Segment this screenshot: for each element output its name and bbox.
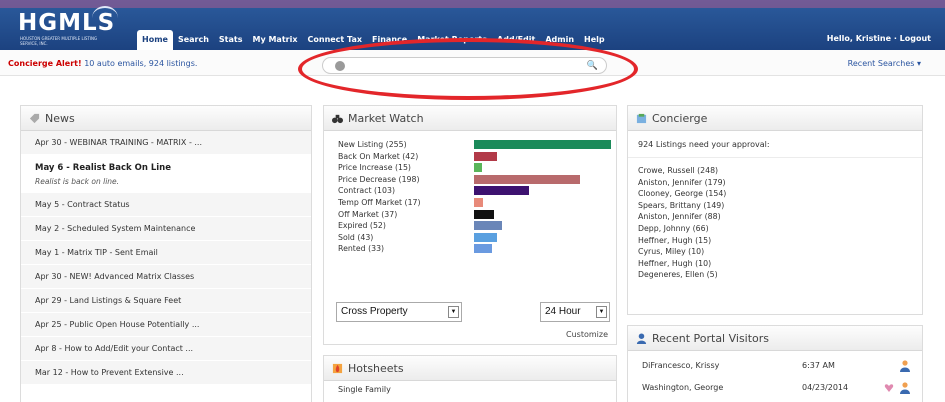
market-watch-panel: Market Watch New Listing (255) Back On Ma… — [323, 105, 617, 345]
market-watch-bar[interactable] — [474, 174, 581, 184]
hotsheets-panel: Hotsheets Single Family — [323, 355, 617, 402]
market-watch-row-label[interactable]: Price Decrease (198) — [338, 174, 421, 186]
concierge-icon — [636, 113, 647, 123]
portal-visitors-header: Recent Portal Visitors — [628, 326, 922, 351]
visitor-row[interactable]: DiFrancesco, Krissy 6:37 AM — [628, 355, 922, 377]
news-item[interactable]: May 2 - Scheduled System Maintenance — [21, 217, 311, 241]
news-header: News — [21, 106, 311, 131]
news-featured-title[interactable]: May 6 - Realist Back On Line — [35, 163, 171, 173]
market-watch-row-label[interactable]: Temp Off Market (17) — [338, 197, 421, 209]
nav-home[interactable]: Home — [137, 30, 173, 50]
concierge-agent-item[interactable]: Aniston, Jennifer (88) — [638, 211, 912, 223]
hotsheets-title: Hotsheets — [348, 361, 404, 375]
news-item[interactable]: Apr 30 - NEW! Advanced Matrix Classes — [21, 265, 311, 289]
header-accent — [0, 0, 945, 8]
news-item-featured[interactable]: May 6 - Realist Back On Line Realist is … — [21, 155, 311, 193]
concierge-header: Concierge — [628, 106, 922, 131]
concierge-agent-item[interactable]: Depp, Johnny (66) — [638, 223, 912, 235]
time-range-value: 24 Hour — [545, 306, 581, 317]
market-watch-bar[interactable] — [474, 244, 492, 254]
market-watch-row-label[interactable]: Back On Market (42) — [338, 151, 421, 163]
concierge-alert-label: Concierge Alert! — [8, 59, 82, 68]
concierge-list: Crowe, Russell (248) Aniston, Jennifer (1… — [628, 157, 922, 281]
concierge-agent-item[interactable]: Cyrus, Miley (10) — [638, 246, 912, 258]
news-item[interactable]: Mar 12 - How to Prevent Extensive ... — [21, 361, 311, 385]
chevron-down-icon: ▾ — [916, 59, 921, 68]
recent-searches-label: Recent Searches — [847, 59, 915, 68]
market-watch-row-label[interactable]: Contract (103) — [338, 185, 421, 197]
logo-swoosh — [92, 6, 118, 30]
market-watch-row-label[interactable]: Price Increase (15) — [338, 162, 421, 174]
market-watch-row-label[interactable]: Sold (43) — [338, 232, 421, 244]
market-watch-row-label[interactable]: New Listing (255) — [338, 139, 421, 151]
visitor-time: 04/23/2014 — [802, 383, 849, 392]
market-watch-row-label[interactable]: Expired (52) — [338, 220, 421, 232]
portal-visitors-title: Recent Portal Visitors — [652, 331, 770, 345]
concierge-agent-item[interactable]: Crowe, Russell (248) — [638, 165, 912, 177]
hotsheet-item[interactable]: Single Family — [324, 381, 616, 398]
market-watch-title: Market Watch — [348, 111, 424, 125]
concierge-agent-item[interactable]: Aniston, Jennifer (179) — [638, 177, 912, 189]
user-icon[interactable] — [900, 360, 910, 372]
concierge-agent-item[interactable]: Heffner, Hugh (10) — [638, 258, 912, 270]
news-item[interactable]: Apr 29 - Land Listings & Square Feet — [21, 289, 311, 313]
market-watch-bars — [474, 139, 614, 289]
market-watch-bar[interactable] — [474, 151, 497, 161]
portal-visitors-panel: Recent Portal Visitors DiFrancesco, Kris… — [627, 325, 923, 402]
market-watch-bar[interactable] — [474, 186, 530, 196]
nav-search[interactable]: Search — [173, 30, 214, 50]
binoculars-icon — [332, 114, 343, 123]
market-watch-labels: New Listing (255) Back On Market (42) Pric… — [338, 139, 421, 255]
market-watch-header: Market Watch — [324, 106, 616, 131]
visitor-row[interactable]: Washington, George 04/23/2014 — [628, 377, 922, 399]
user-icon[interactable] — [900, 382, 910, 394]
nav-stats[interactable]: Stats — [214, 30, 248, 50]
tag-icon — [29, 113, 40, 123]
visitor-time: 6:37 AM — [802, 361, 835, 370]
concierge-alert[interactable]: Concierge Alert! 10 auto emails, 924 lis… — [8, 59, 197, 68]
news-item[interactable]: Apr 8 - How to Add/Edit your Contact ... — [21, 337, 311, 361]
market-watch-bar[interactable] — [474, 221, 502, 231]
concierge-agent-item[interactable]: Spears, Brittany (149) — [638, 200, 912, 212]
chevron-down-icon: ▼ — [596, 306, 607, 318]
welcome-logout[interactable]: Hello, Kristine · Logout — [827, 34, 931, 43]
news-item[interactable]: Apr 25 - Public Open House Potentially .… — [21, 313, 311, 337]
concierge-panel: Concierge 924 Listings need your approva… — [627, 105, 923, 315]
time-range-select[interactable]: 24 Hour ▼ — [540, 302, 610, 322]
property-type-value: Cross Property — [341, 306, 408, 317]
customize-link[interactable]: Customize — [566, 330, 608, 339]
hotsheets-header: Hotsheets — [324, 356, 616, 381]
news-item[interactable]: Apr 30 - WEBINAR TRAINING - MATRIX - ... — [21, 131, 311, 155]
concierge-alert-text[interactable]: 10 auto emails, 924 listings. — [84, 59, 197, 68]
concierge-agent-item[interactable]: Heffner, Hugh (15) — [638, 235, 912, 247]
market-watch-bar[interactable] — [474, 232, 498, 242]
logo-subtitle: HOUSTON GREATER MULTIPLE LISTING SERVICE… — [20, 36, 98, 46]
visitor-name[interactable]: Washington, George — [642, 383, 723, 392]
nav-my-matrix[interactable]: My Matrix — [248, 30, 303, 50]
property-type-select[interactable]: Cross Property ▼ — [336, 302, 462, 322]
market-watch-bar[interactable] — [474, 163, 483, 173]
concierge-agent-item[interactable]: Clooney, George (154) — [638, 188, 912, 200]
news-panel: News Apr 30 - WEBINAR TRAINING - MATRIX … — [20, 105, 312, 402]
visitor-name[interactable]: DiFrancesco, Krissy — [642, 361, 719, 370]
concierge-agent-item[interactable]: Degeneres, Ellen (5) — [638, 269, 912, 281]
market-watch-row-label[interactable]: Off Market (37) — [338, 209, 421, 221]
concierge-summary: 924 Listings need your approval: — [638, 140, 770, 149]
news-featured-subtitle: Realist is back on line. — [35, 177, 120, 186]
highlight-ellipse — [298, 38, 638, 100]
user-icon — [636, 332, 647, 344]
chevron-down-icon: ▼ — [448, 306, 459, 318]
concierge-title: Concierge — [652, 111, 708, 125]
market-watch-bar[interactable] — [474, 198, 484, 207]
news-item[interactable]: May 5 - Contract Status — [21, 193, 311, 217]
recent-searches-dropdown[interactable]: Recent Searches ▾ — [848, 59, 921, 68]
heart-icon[interactable] — [884, 382, 894, 394]
market-watch-bar[interactable] — [474, 209, 494, 219]
news-title: News — [45, 111, 75, 125]
market-watch-row-label[interactable]: Rented (33) — [338, 243, 421, 255]
news-item[interactable]: May 1 - Matrix TIP - Sent Email — [21, 241, 311, 265]
fire-icon — [332, 363, 343, 373]
market-watch-bar[interactable] — [474, 140, 611, 149]
